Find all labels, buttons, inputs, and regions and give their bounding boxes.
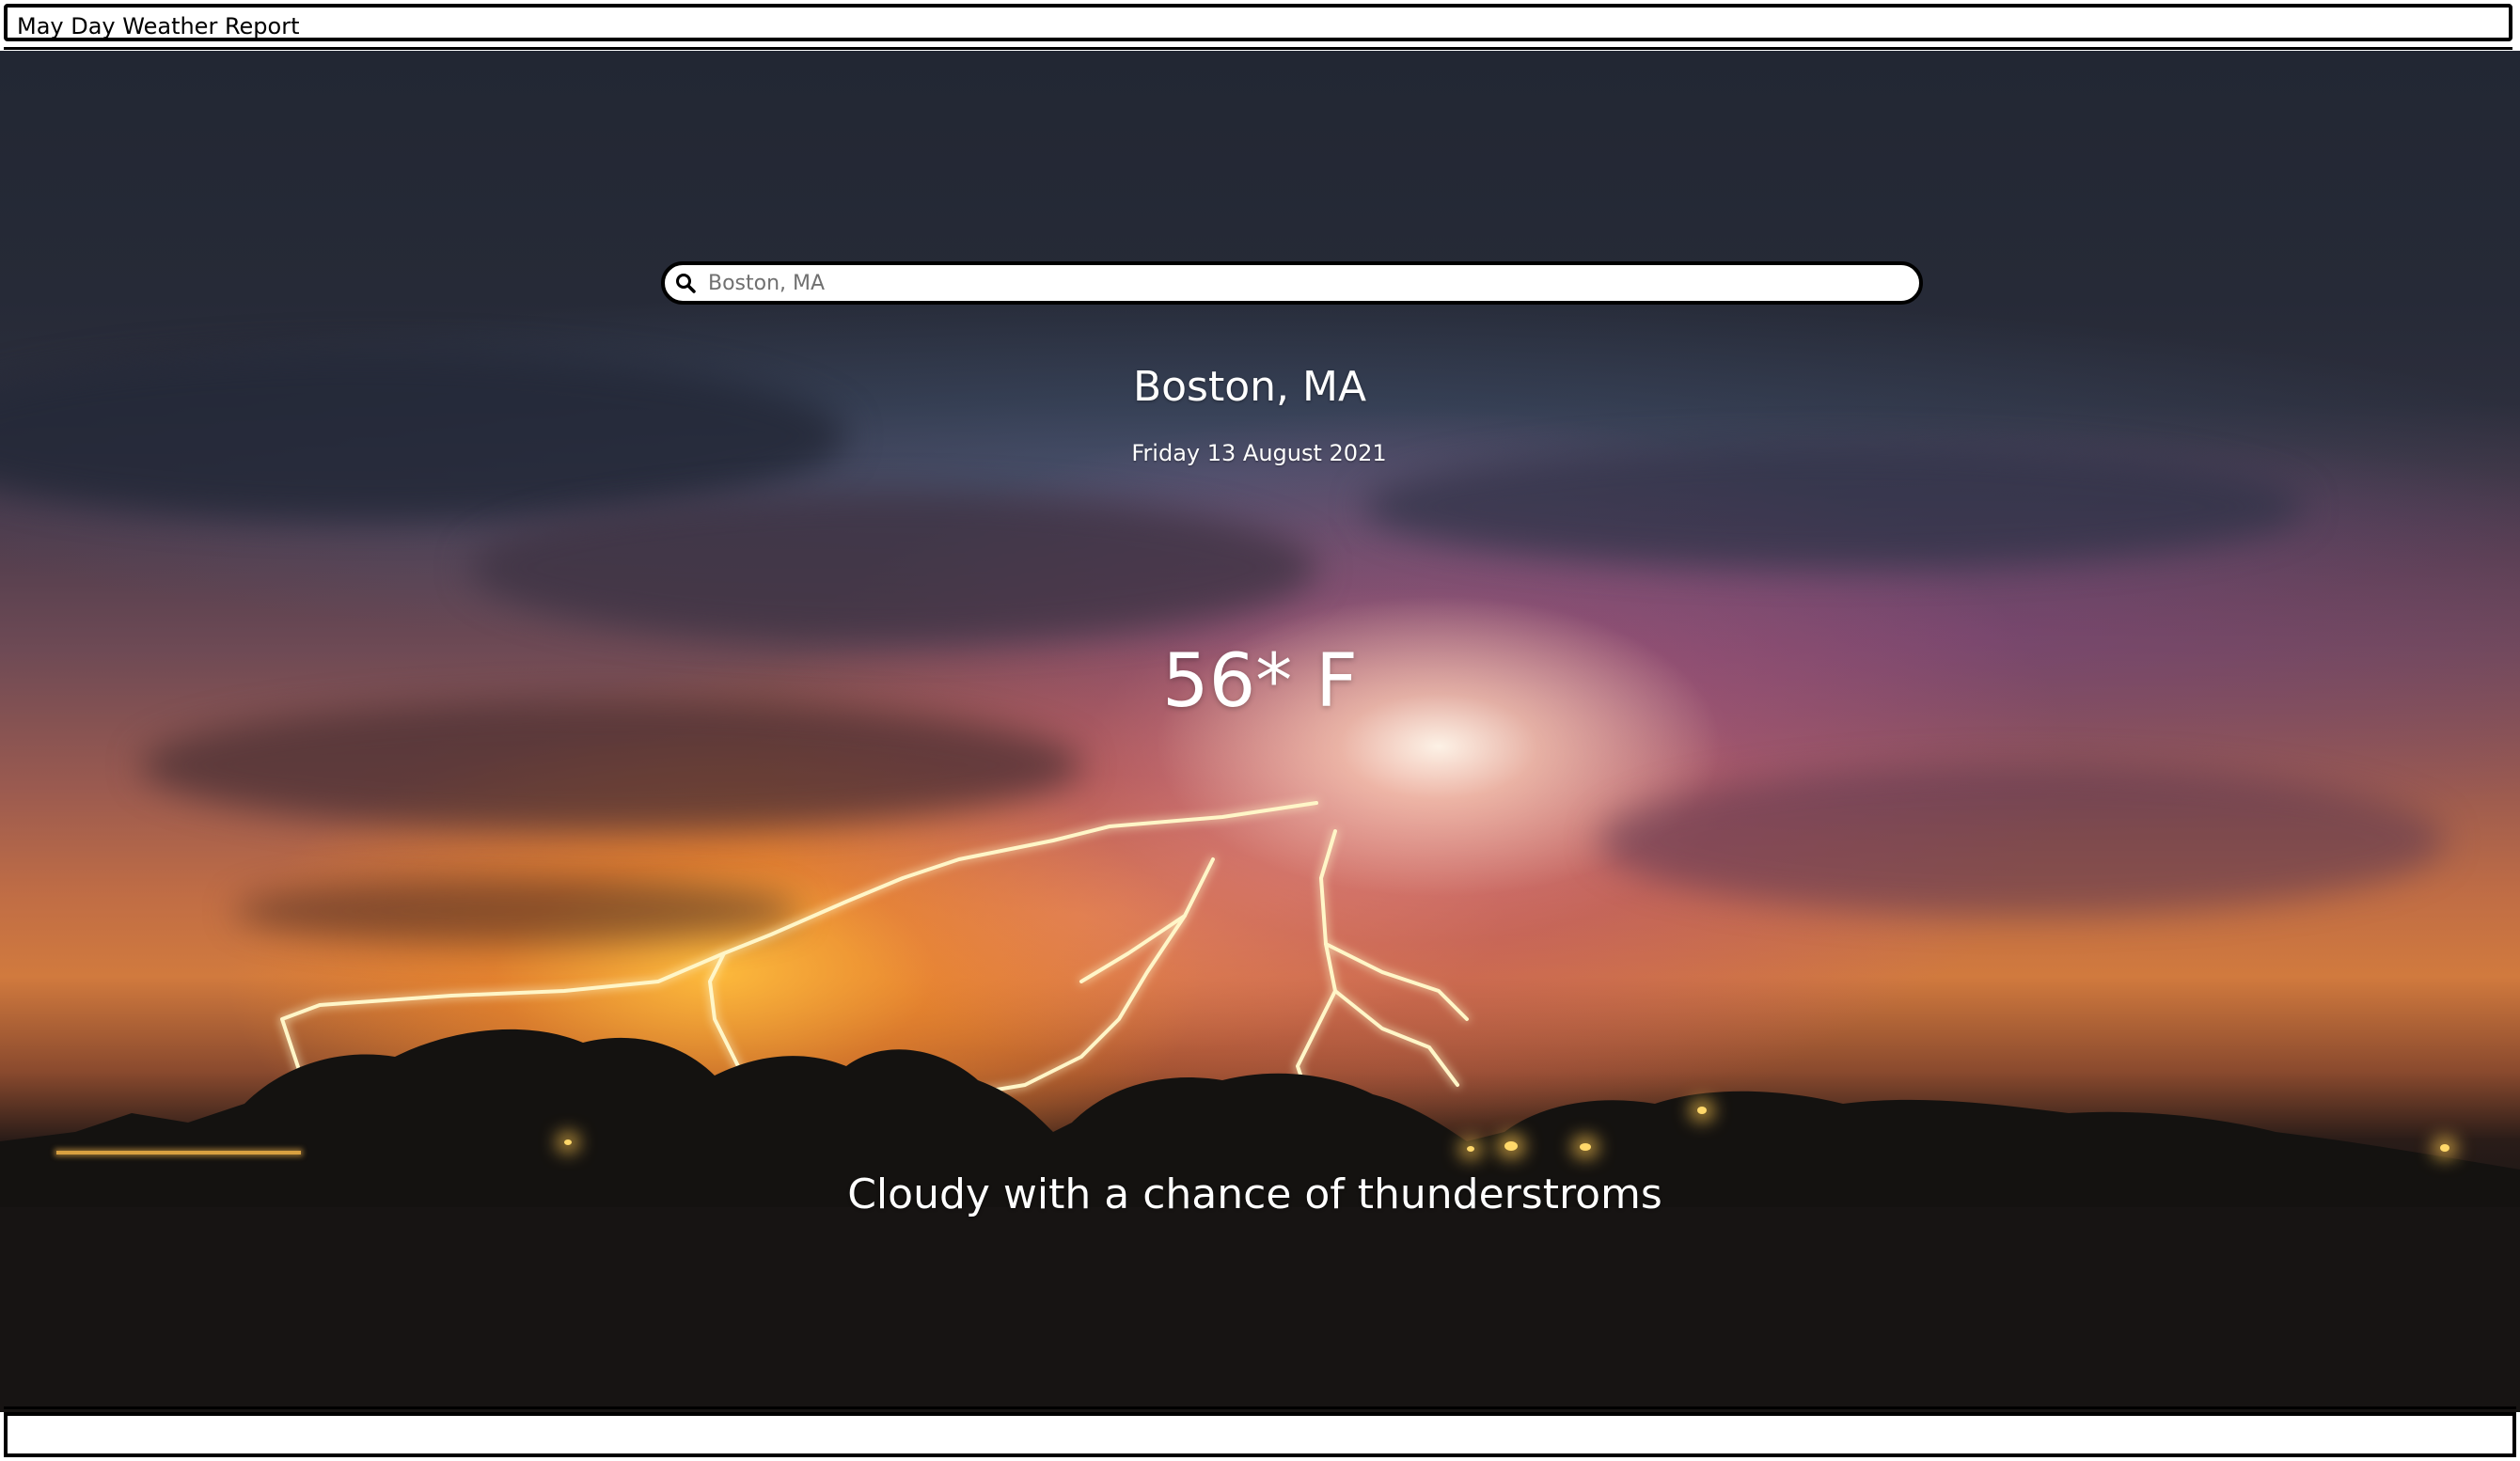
light-streak [56,1151,301,1155]
city-light [1504,1141,1518,1151]
app-title: May Day Weather Report [17,13,300,39]
location-heading: Boston, MA [1132,363,1367,411]
search-input[interactable] [708,267,1874,299]
footer-bar [4,1412,2516,1457]
temperature-display: 56* F [1162,639,1358,724]
city-light [2440,1144,2449,1152]
date-label: Friday 13 August 2021 [1131,440,1387,466]
city-light [1467,1146,1474,1152]
weather-description: Cloudy with a chance of thunderstroms [847,1170,1662,1218]
search-icon[interactable] [674,271,699,295]
footer-divider [4,1406,2516,1409]
city-light [1580,1143,1591,1151]
title-bar-divider [4,47,2512,50]
weather-page: May Day Weather Report Boston, MA Friday… [0,0,2520,1461]
title-bar: May Day Weather Report [4,4,2512,41]
city-light [564,1139,572,1145]
city-light [1697,1107,1707,1114]
search-bar[interactable] [661,261,1923,305]
